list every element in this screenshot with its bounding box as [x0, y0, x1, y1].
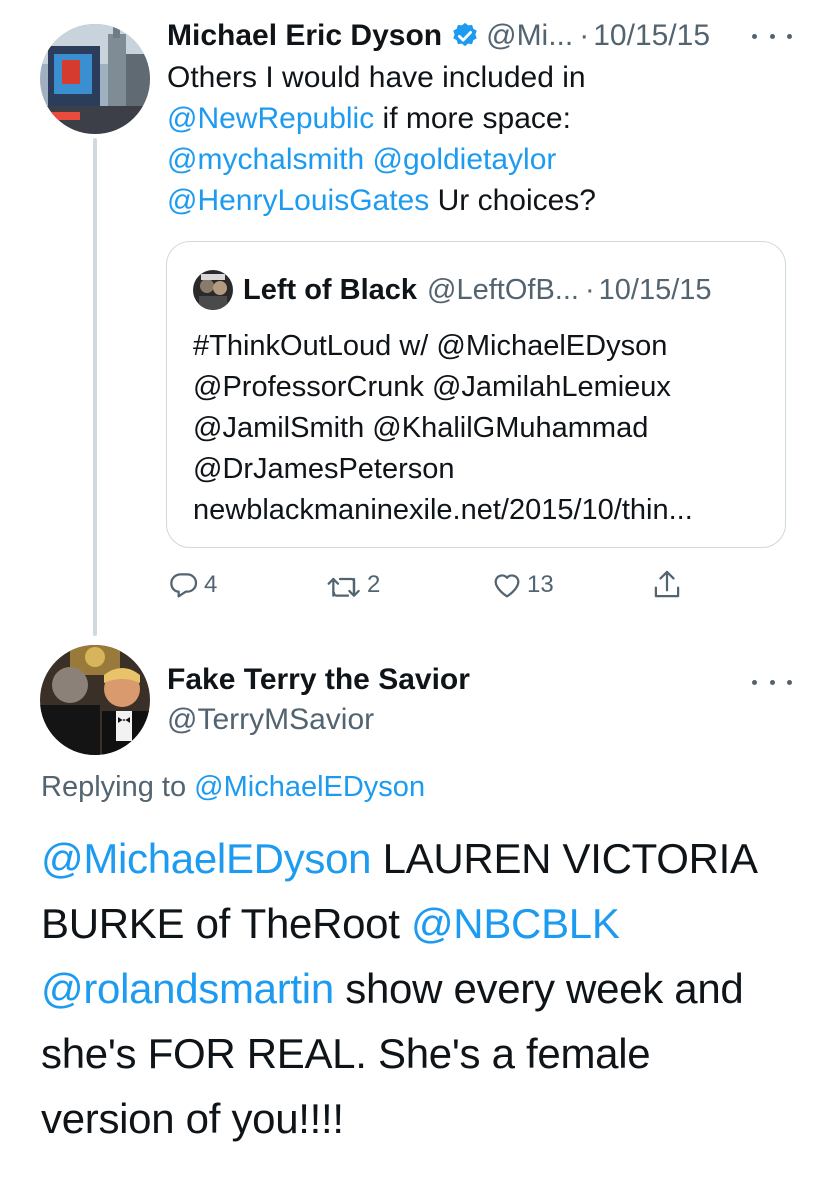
like-button[interactable]: 13	[491, 567, 554, 603]
retweet-count: 2	[367, 571, 381, 598]
quoted-text-line: newblackmaninexile.net/2015/10/thin...	[193, 494, 693, 526]
text-line: @HenryLouisGates Ur choices?	[167, 180, 596, 221]
more-horizontal-icon[interactable]	[752, 670, 792, 694]
text-line: @rolandsmartin show every week and	[41, 956, 758, 1021]
author-display-name[interactable]: Michael Eric Dyson	[167, 19, 442, 53]
text-segment	[364, 143, 372, 176]
tweet-date[interactable]: 10/15/15	[593, 19, 710, 53]
share-button[interactable]	[651, 567, 683, 603]
quoted-header-separator: ·	[584, 273, 595, 306]
quoted-author-handle: @LeftOfB...	[427, 273, 579, 306]
text-line: BURKE of TheRoot @NBCBLK	[41, 891, 758, 956]
more-horizontal-icon[interactable]	[752, 24, 792, 48]
quoted-tweet-date: 10/15/15	[598, 273, 712, 306]
mention-link[interactable]: @NewRepublic	[167, 102, 374, 135]
author-avatar[interactable]	[40, 24, 150, 134]
reply-author-avatar[interactable]	[40, 645, 150, 755]
replying-to-handle[interactable]: @MichaelEDyson	[194, 771, 425, 803]
text-segment: LAUREN VICTORIA	[371, 835, 758, 882]
reply-icon	[170, 573, 198, 598]
mention-link[interactable]: @NBCBLK	[411, 900, 620, 947]
text-segment: Others I would have included in	[167, 61, 586, 94]
reply-tweet-text: @MichaelEDyson LAUREN VICTORIA BURKE of T…	[41, 826, 758, 1151]
thread-connector-line	[93, 138, 97, 636]
text-segment: show every week and	[333, 965, 744, 1012]
quoted-text-line: #ThinkOutLoud w/ @MichaelEDyson	[193, 330, 668, 362]
replying-to: Replying to @MichaelEDyson	[41, 771, 425, 804]
text-segment: she's FOR REAL. She's a female	[41, 1030, 651, 1077]
replying-to-prefix: Replying to	[41, 771, 195, 803]
quoted-tweet-card[interactable]: Left of Black @LeftOfB... · 10/15/15 #Th…	[166, 241, 786, 548]
author-handle[interactable]: @Mi...	[486, 19, 573, 53]
text-line: @NewRepublic if more space:	[167, 98, 596, 139]
reply-count: 4	[204, 571, 218, 598]
header-separator: ·	[579, 19, 590, 52]
quoted-tweet-header: Left of Black @LeftOfB... · 10/15/15	[193, 270, 712, 310]
text-line: @mychalsmith @goldietaylor	[167, 139, 596, 180]
text-line: version of you!!!!	[41, 1086, 758, 1151]
quoted-author-avatar	[193, 270, 233, 310]
mention-link[interactable]: @rolandsmartin	[41, 965, 334, 1012]
quoted-text-line: @JamilSmith @KhalilGMuhammad	[193, 412, 649, 444]
quoted-text-line: @DrJamesPeterson	[193, 453, 455, 485]
verified-badge-icon	[450, 21, 480, 51]
text-segment: version of you!!!!	[41, 1095, 344, 1142]
like-count: 13	[527, 571, 554, 598]
quoted-text-line: @ProfessorCrunk @JamilahLemieux	[193, 371, 671, 403]
share-icon	[654, 570, 680, 598]
avatar-image	[40, 645, 150, 755]
reply-author-handle[interactable]: @TerryMSavior	[167, 703, 374, 737]
mention-link[interactable]: @HenryLouisGates	[167, 184, 429, 217]
text-line: she's FOR REAL. She's a female	[41, 1021, 758, 1086]
reply-button[interactable]: 4	[168, 567, 217, 603]
tweet-header: Michael Eric Dyson @Mi... · 10/15/15	[167, 14, 710, 58]
mention-link[interactable]: @MichaelEDyson	[41, 835, 372, 882]
reply-author-name[interactable]: Fake Terry the Savior	[167, 663, 470, 697]
text-segment: if more space:	[374, 102, 571, 135]
text-line: Others I would have included in	[167, 57, 596, 98]
mention-link[interactable]: @mychalsmith	[167, 143, 364, 176]
avatar-image	[40, 24, 150, 134]
quoted-author-name: Left of Black	[243, 273, 418, 306]
quoted-tweet-text: #ThinkOutLoud w/ @MichaelEDyson @Professo…	[193, 326, 693, 531]
text-line: @MichaelEDyson LAUREN VICTORIA	[41, 826, 758, 891]
retweet-icon	[327, 577, 360, 597]
heart-icon	[494, 574, 520, 598]
mention-link[interactable]: @goldietaylor	[373, 143, 557, 176]
retweet-button[interactable]: 2	[325, 567, 380, 603]
text-segment: BURKE of TheRoot	[41, 900, 411, 947]
text-segment: Ur choices?	[429, 184, 596, 217]
tweet-text: Others I would have included in @NewRepub…	[167, 57, 596, 221]
